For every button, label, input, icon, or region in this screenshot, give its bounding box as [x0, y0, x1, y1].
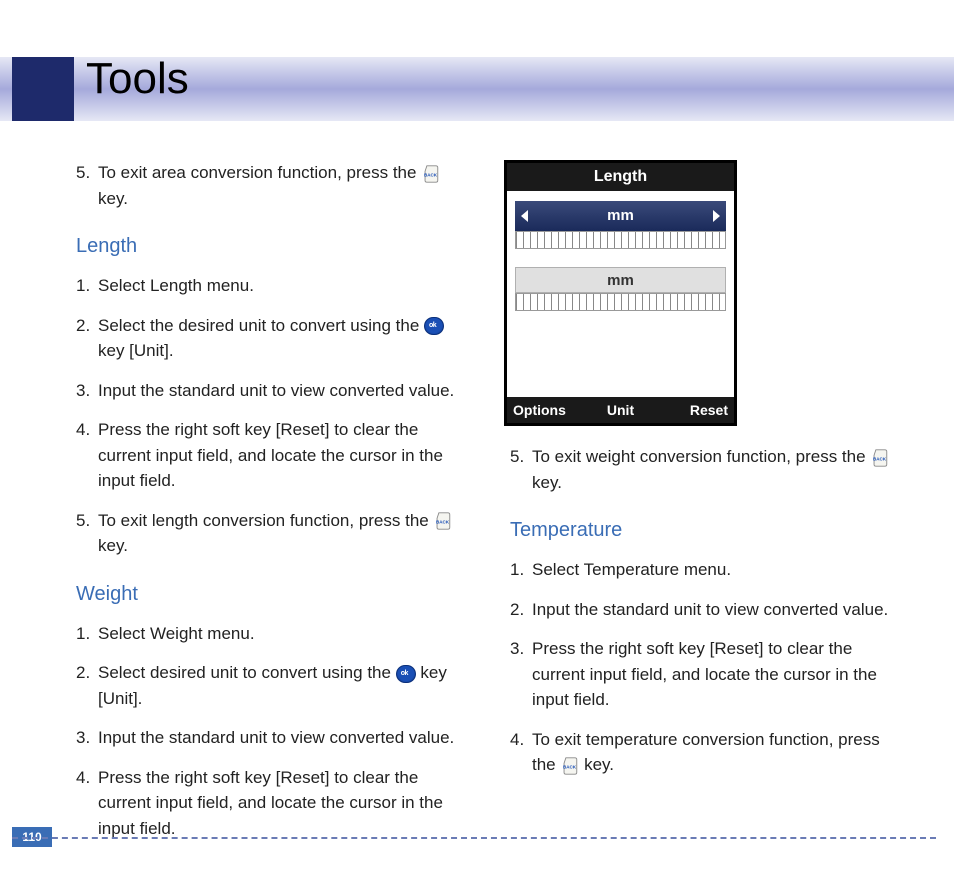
weight-step-5: 5.To exit weight conversion function, pr…	[510, 444, 894, 495]
phone-body: mm mm	[507, 191, 734, 321]
phone-unit-static: mm	[515, 267, 726, 293]
svg-text:BACK: BACK	[563, 764, 577, 769]
back-key-icon: BACK	[870, 448, 889, 468]
ok-key-icon	[424, 317, 444, 335]
temp-step-2: 2.Input the standard unit to view conver…	[510, 597, 894, 623]
column-left: 5.To exit area conversion function, pres…	[76, 160, 460, 855]
weight-step-2: 2.Select desired unit to convert using t…	[76, 660, 460, 711]
area-step-5: 5.To exit area conversion function, pres…	[76, 160, 460, 211]
length-step-3: 3.Input the standard unit to view conver…	[76, 378, 460, 404]
svg-text:BACK: BACK	[873, 456, 887, 461]
temp-step-1: 1.Select Temperature menu.	[510, 557, 894, 583]
arrow-left-icon	[521, 210, 528, 222]
length-step-1: 1.Select Length menu.	[76, 273, 460, 299]
phone-screenshot: Length mm mm Options Unit Reset	[504, 160, 737, 426]
length-step-4: 4.Press the right soft key [Reset] to cl…	[76, 417, 460, 494]
weight-step-4: 4.Press the right soft key [Reset] to cl…	[76, 765, 460, 842]
length-heading: Length	[76, 231, 460, 261]
header-accent-block	[12, 57, 74, 121]
phone-unit-selector: mm	[515, 201, 726, 231]
phone-softkey-bar: Options Unit Reset	[507, 397, 734, 423]
weight-step-3: 3.Input the standard unit to view conver…	[76, 725, 460, 751]
back-key-icon: BACK	[421, 164, 440, 184]
svg-text:BACK: BACK	[424, 172, 438, 177]
back-key-icon: BACK	[433, 511, 452, 531]
temp-step-3: 3.Press the right soft key [Reset] to cl…	[510, 636, 894, 713]
ok-key-icon	[396, 665, 416, 683]
phone-softkey-left: Options	[507, 397, 585, 423]
content-columns: 5.To exit area conversion function, pres…	[76, 160, 894, 855]
footer-divider	[12, 837, 936, 839]
phone-softkey-center: Unit	[585, 397, 657, 423]
phone-ruler-bottom	[515, 293, 726, 311]
phone-ruler-top	[515, 231, 726, 249]
temp-step-4: 4.To exit temperature conversion functio…	[510, 727, 894, 778]
temperature-heading: Temperature	[510, 515, 894, 545]
length-step-5: 5.To exit length conversion function, pr…	[76, 508, 460, 559]
phone-title: Length	[507, 163, 734, 191]
weight-heading: Weight	[76, 579, 460, 609]
phone-softkey-right: Reset	[656, 397, 734, 423]
weight-step-1: 1.Select Weight menu.	[76, 621, 460, 647]
column-right: Length mm mm Options Unit Reset 5.To exi…	[510, 160, 894, 855]
back-key-icon: BACK	[560, 756, 579, 776]
page-title: Tools	[86, 54, 189, 104]
svg-text:BACK: BACK	[436, 520, 450, 525]
arrow-right-icon	[713, 210, 720, 222]
length-step-2: 2.Select the desired unit to convert usi…	[76, 313, 460, 364]
